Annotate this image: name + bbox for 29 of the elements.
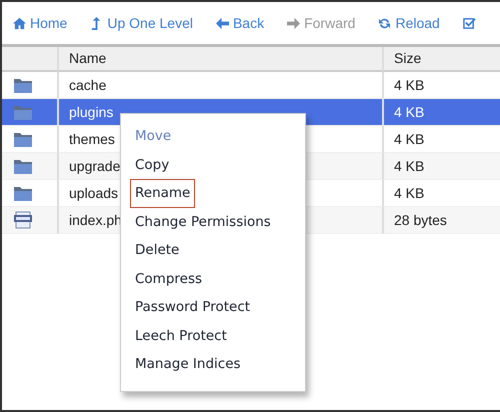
menu-item[interactable]: Leech Protect [130,322,232,350]
size-cell: 4 KB [382,99,500,126]
folder-icon [13,104,33,120]
home-icon [13,16,26,30]
folder-icon [13,158,33,174]
toolbar-button[interactable]: Back [216,12,264,34]
folder-icon [13,130,33,148]
reload-icon [378,16,392,30]
column-header: Size [382,47,500,72]
size-cell: 4 KB [382,153,500,180]
toolbar-button[interactable]: Home [13,12,68,34]
menu-item[interactable]: Rename [130,179,196,208]
menu-item[interactable]: Compress [130,264,208,293]
column-header: Name [57,47,382,72]
file-icon [13,211,33,229]
menu-item[interactable]: Copy [130,150,174,179]
folder-icon [13,76,33,94]
menu-item[interactable]: Delete [130,236,184,264]
toolbar-button[interactable]: Reload [378,12,440,34]
column-header [2,47,57,72]
menu-item[interactable]: Manage Indices [130,350,246,378]
back-arrow-icon [216,16,229,30]
toolbar-button[interactable]: Up One Level [90,12,193,34]
checkbox-icon[interactable] [462,16,476,30]
forward-arrow-icon [287,16,300,30]
size-cell: 28 bytes [382,207,500,234]
menu-item[interactable]: Change Permissions [130,208,276,236]
folder-icon [13,184,33,202]
menu-item[interactable]: Password Protect [130,293,256,322]
